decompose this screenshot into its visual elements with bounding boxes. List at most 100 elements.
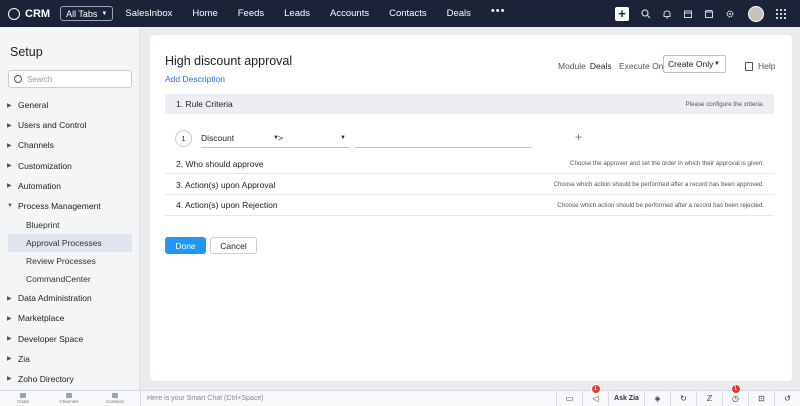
page-title: High discount approval xyxy=(165,54,293,68)
announcement-icon[interactable]: ◁ 1 xyxy=(582,384,608,406)
approval-rule-card: High discount approval Add Description M… xyxy=(150,35,792,381)
chevron-right-icon: ▶ xyxy=(7,102,12,109)
add-description-link[interactable]: Add Description xyxy=(165,74,225,84)
chevron-right-icon: ▶ xyxy=(7,376,12,383)
nav-home[interactable]: Home xyxy=(192,8,217,19)
gear-icon[interactable] xyxy=(725,9,735,19)
step-actions-upon-approval[interactable]: 3. Action(s) upon Approval Choose which … xyxy=(165,175,774,195)
chat-icon xyxy=(20,393,26,398)
module-label: Module xyxy=(558,61,586,71)
step-who-should-approve[interactable]: 2. Who should approve Choose the approve… xyxy=(165,154,774,174)
chevron-right-icon: ▶ xyxy=(7,336,12,343)
nav-feeds[interactable]: Feeds xyxy=(238,8,264,19)
cancel-button[interactable]: Cancel xyxy=(210,237,257,254)
criteria-field-select[interactable]: Discount ▼ xyxy=(201,128,283,148)
main-nav: SalesInbox Home Feeds Leads Accounts Con… xyxy=(125,5,506,19)
smart-chat-input[interactable]: Here is your Smart Chat (Ctrl+Space) xyxy=(140,391,566,406)
criteria-operator-select[interactable]: > ▼ xyxy=(278,128,350,148)
done-button[interactable]: Done xyxy=(165,237,206,254)
sidebar-item-automation[interactable]: ▶ Automation xyxy=(0,176,139,196)
step-actions-upon-rejection[interactable]: 4. Action(s) upon Rejection Choose which… xyxy=(165,195,774,216)
calendar-icon[interactable] xyxy=(683,9,693,19)
nav-contacts[interactable]: Contacts xyxy=(389,8,427,19)
chevron-right-icon: ▶ xyxy=(7,122,12,129)
step-label: 2. Who should approve xyxy=(176,158,264,169)
sidebar-item-channels[interactable]: ▶ Channels xyxy=(0,135,139,155)
sidebar-item-marketplace[interactable]: ▶ Marketplace xyxy=(0,308,139,328)
sidebar-search-input[interactable]: Search xyxy=(8,70,132,88)
marketplace-icon[interactable] xyxy=(704,9,714,19)
search-icon xyxy=(14,75,22,83)
sidebar-item-customization[interactable]: ▶ Customization xyxy=(0,156,139,176)
search-icon[interactable] xyxy=(641,8,651,19)
crm-logo[interactable]: CRM xyxy=(8,7,51,20)
alarm-badge: 1 xyxy=(730,384,741,394)
sidebar-subitem-commandcenter[interactable]: CommandCenter xyxy=(0,270,139,288)
sidebar-item-general[interactable]: ▶ General xyxy=(0,95,139,115)
sidebar-subitem-review-processes[interactable]: Review Processes xyxy=(0,252,139,270)
sidebar-item-developer-space[interactable]: ▶ Developer Space xyxy=(0,329,139,349)
step-hint: Choose the approver and set the order in… xyxy=(570,160,764,167)
sidebar-item-zia[interactable]: ▶ Zia xyxy=(0,349,139,369)
sidebar-item-data-administration[interactable]: ▶ Data Administration xyxy=(0,288,139,308)
bottom-bar: Chats Channels Contacts Here is your Sma… xyxy=(0,384,800,406)
nav-accounts[interactable]: Accounts xyxy=(330,8,369,19)
chevron-right-icon: ▶ xyxy=(7,163,12,170)
alarm-icon[interactable]: ◷ 1 xyxy=(722,384,748,406)
bottom-tab-chats[interactable]: Chats xyxy=(0,391,46,406)
step-hint: Please configure the criteria. xyxy=(685,100,764,108)
step-label: 4. Action(s) upon Rejection xyxy=(176,200,278,210)
sidebar-subitem-blueprint[interactable]: Blueprint xyxy=(0,216,139,234)
search-placeholder: Search xyxy=(27,74,53,84)
chevron-right-icon: ▶ xyxy=(7,142,12,149)
execute-on-select[interactable]: Create Only ▼ xyxy=(663,55,726,73)
sidebar-item-users-and-control[interactable]: ▶ Users and Control xyxy=(0,115,139,135)
chevron-down-icon: ▼ xyxy=(714,61,720,67)
screen-share-icon[interactable]: ▭ xyxy=(556,391,582,406)
chevron-down-icon: ▼ xyxy=(340,134,346,141)
add-criteria-button[interactable]: + xyxy=(575,130,582,144)
criteria-value-input[interactable] xyxy=(355,128,532,148)
ask-zia-button[interactable]: Ask Zia xyxy=(608,391,644,406)
nav-more-button[interactable]: ••• xyxy=(491,5,506,19)
history-icon[interactable]: ↺ xyxy=(774,391,800,406)
app-grid-icon[interactable] xyxy=(776,8,786,19)
zia-icon[interactable]: ℤ xyxy=(696,391,722,406)
signals-icon[interactable]: ◈ xyxy=(644,391,670,406)
module-value: Deals xyxy=(589,61,612,71)
step-hint: Choose which action should be performed … xyxy=(557,201,764,209)
nav-deals[interactable]: Deals xyxy=(447,8,471,19)
sidebar-menu: ▶ General ▶ Users and Control ▶ Channels ▶ C… xyxy=(0,95,139,389)
module-info: Module Deals xyxy=(558,61,612,71)
nav-leads[interactable]: Leads xyxy=(284,8,310,19)
book-icon xyxy=(745,61,753,71)
help-label: Help xyxy=(758,61,776,71)
app-name: CRM xyxy=(25,7,51,20)
bell-icon[interactable] xyxy=(662,9,672,19)
sidebar-subitem-approval-processes[interactable]: Approval Processes xyxy=(8,234,132,253)
execute-on-value: Create Only xyxy=(668,59,714,69)
bottom-tab-contacts[interactable]: Contacts xyxy=(92,391,138,406)
user-avatar[interactable] xyxy=(748,5,764,22)
bottom-tab-channels[interactable]: Channels xyxy=(46,391,92,406)
nav-salesinbox[interactable]: SalesInbox xyxy=(125,8,172,19)
execute-on-label: Execute On xyxy=(619,61,664,71)
refresh-icon[interactable]: ↻ xyxy=(670,391,696,406)
notification-badge: 1 xyxy=(590,384,601,394)
bottom-right-tools: ▭ ◁ 1 Ask Zia ◈ ↻ ℤ ◷ 1 ⊡ ↺ xyxy=(556,384,800,406)
chevron-right-icon: ▶ xyxy=(7,356,12,363)
sidebar-item-process-management[interactable]: ▼ Process Management xyxy=(0,196,139,216)
top-navigation-bar: CRM All Tabs ▼ SalesInbox Home Feeds Lea… xyxy=(0,0,800,27)
step-label: 1. Rule Criteria xyxy=(176,99,233,109)
criteria-field-value: Discount xyxy=(201,132,235,143)
step-label: 3. Action(s) upon Approval xyxy=(176,179,276,190)
criteria-number: 1 xyxy=(175,130,192,147)
recent-icon[interactable]: ⊡ xyxy=(748,391,774,406)
step-rule-criteria[interactable]: 1. Rule Criteria Please configure the cr… xyxy=(165,94,774,114)
create-new-button[interactable]: + xyxy=(615,6,629,21)
help-link[interactable]: Help xyxy=(745,61,775,71)
chevron-right-icon: ▶ xyxy=(7,183,12,190)
sidebar-item-zoho-directory[interactable]: ▶ Zoho Directory xyxy=(0,369,139,389)
all-tabs-dropdown[interactable]: All Tabs ▼ xyxy=(60,6,114,21)
criteria-row: 1 Discount ▼ > ▼ + xyxy=(175,128,765,148)
